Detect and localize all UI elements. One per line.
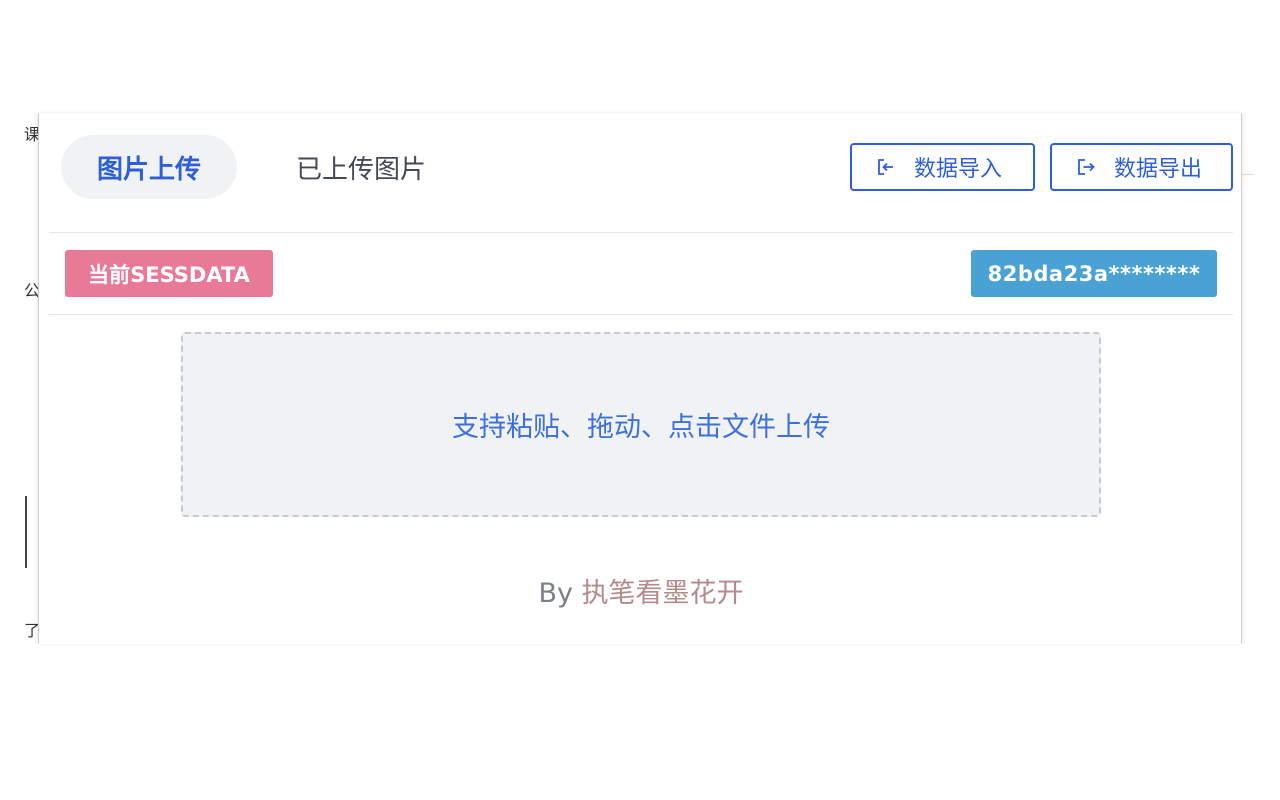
data-import-button[interactable]: 数据导入 xyxy=(850,143,1035,191)
sessdata-label-badge: 当前SESSDATA xyxy=(65,250,273,297)
login-icon xyxy=(876,157,896,177)
tab-label: 已上传图片 xyxy=(295,154,426,185)
background-bar xyxy=(25,496,27,568)
tab-uploaded-images[interactable]: 已上传图片 xyxy=(265,135,457,199)
data-import-label: 数据导入 xyxy=(914,157,1003,182)
sessdata-value-badge: 82bda23a******** xyxy=(971,250,1217,297)
divider xyxy=(49,314,1233,315)
footer-by: By xyxy=(538,578,573,609)
footer-credit: By 执笔看墨花开 xyxy=(39,571,1243,610)
background-divider xyxy=(1240,174,1254,175)
upload-panel: 图片上传 已上传图片 数据导入 数据导出 当前SESSDATA 82bda23a… xyxy=(38,113,1242,644)
divider xyxy=(49,232,1233,233)
tab-label: 图片上传 xyxy=(96,154,201,185)
data-export-button[interactable]: 数据导出 xyxy=(1050,143,1233,191)
logout-icon xyxy=(1076,157,1096,177)
dropzone-hint: 支持粘贴、拖动、点击文件上传 xyxy=(452,412,830,443)
page: 课 公 了 图片上传 已上传图片 数据导入 数据导出 当前SESSDATA 82… xyxy=(0,0,1280,800)
sessdata-value: 82bda23a******** xyxy=(987,261,1201,286)
tab-image-upload[interactable]: 图片上传 xyxy=(61,135,237,199)
author-link[interactable]: 执笔看墨花开 xyxy=(582,578,744,609)
data-export-label: 数据导出 xyxy=(1114,157,1203,182)
file-dropzone[interactable]: 支持粘贴、拖动、点击文件上传 xyxy=(181,332,1101,517)
sessdata-label: 当前SESSDATA xyxy=(88,262,250,287)
